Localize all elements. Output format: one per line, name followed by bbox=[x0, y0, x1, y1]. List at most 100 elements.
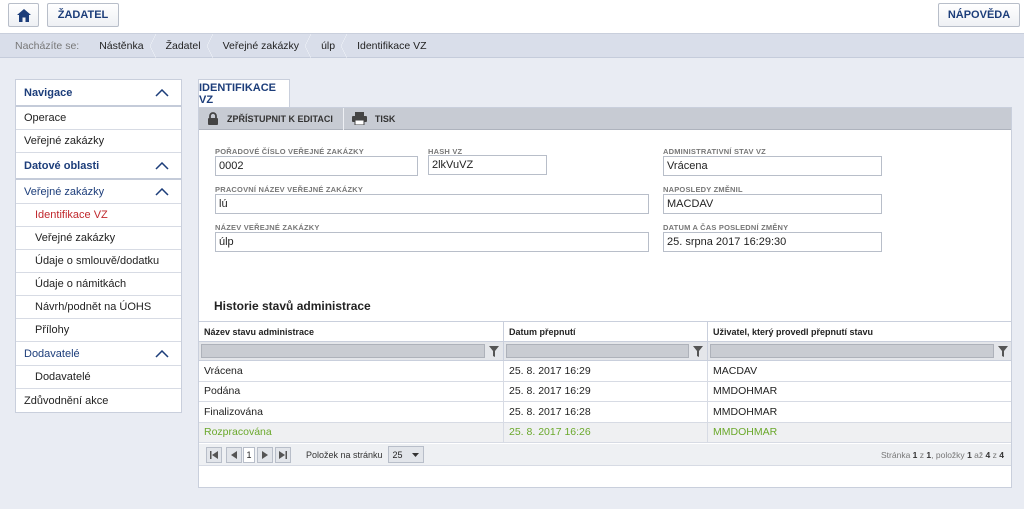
filter-cell-datum bbox=[504, 342, 708, 360]
pager-info-page: 1 bbox=[912, 449, 918, 460]
history-grid: Název stavu administrace Datum přepnutí … bbox=[199, 321, 1011, 443]
home-icon bbox=[16, 8, 31, 22]
history-title: Historie stavů administrace bbox=[214, 299, 371, 313]
pracovni-nazev-field[interactable]: lú bbox=[215, 194, 649, 214]
breadcrumb-item-identifikace-vz: Identifikace VZ bbox=[357, 39, 427, 52]
sidebar-item-operace[interactable]: Operace bbox=[16, 107, 181, 130]
cell-stav: Rozpracována bbox=[199, 422, 504, 442]
edit-access-button[interactable]: ZPŘÍSTUPNIT K EDITACI bbox=[199, 107, 344, 130]
pager-info-mid: , položky bbox=[931, 449, 965, 460]
grid-filter-row bbox=[199, 342, 1011, 361]
pager-info-prefix: Stránka bbox=[881, 449, 911, 460]
last-page-button[interactable] bbox=[275, 446, 291, 463]
datum-zmeny-field[interactable]: 25. srpna 2017 16:29:30 bbox=[663, 232, 882, 252]
sidebar-group-verejne-zakazky[interactable]: Veřejné zakázky bbox=[16, 180, 181, 204]
admin-stav-field[interactable]: Vrácena bbox=[663, 156, 882, 176]
print-label: TISK bbox=[374, 113, 396, 124]
sidebar-item-label: Údaje o smlouvě/dodatku bbox=[35, 255, 160, 267]
sidebar-item-verejne-zakazky-child[interactable]: Veřejné zakázky bbox=[16, 227, 181, 250]
first-page-button[interactable] bbox=[206, 446, 222, 463]
sidebar-item-identifikace-vz[interactable]: Identifikace VZ bbox=[16, 204, 181, 227]
chevron-up-icon bbox=[155, 88, 169, 97]
breadcrumb-item-ulp[interactable]: úlp bbox=[311, 33, 348, 58]
sidebar: Navigace Operace Veřejné zakázky Datové … bbox=[15, 79, 182, 413]
top-bar: ŽADATEL NÁPOVĚDA bbox=[0, 0, 1024, 34]
home-button[interactable] bbox=[8, 3, 39, 27]
cell-datum: 25. 8. 2017 16:26 bbox=[504, 422, 708, 442]
naposledy-zmenil-field[interactable]: MACDAV bbox=[663, 194, 882, 214]
first-page-icon bbox=[210, 450, 218, 459]
pager-info-from: 1 bbox=[967, 449, 972, 460]
toolbar: ZPŘÍSTUPNIT K EDITACI TISK bbox=[199, 107, 1011, 130]
table-row[interactable]: Finalizována 25. 8. 2017 16:28 MMDOHMAR bbox=[199, 402, 1011, 423]
nazev-zakazky-label: NÁZEV VEŘEJNÉ ZAKÁZKY bbox=[215, 223, 320, 232]
main-panel: ZPŘÍSTUPNIT K EDITACI TISK POŘADOVÉ ČÍSL… bbox=[198, 107, 1012, 488]
sidebar-item-navrh-uohs[interactable]: Návrh/podnět na ÚOHS bbox=[16, 296, 181, 319]
last-page-icon bbox=[279, 450, 287, 459]
cell-datum: 25. 8. 2017 16:29 bbox=[504, 361, 708, 381]
chevron-up-icon bbox=[155, 349, 169, 358]
column-header-datum[interactable]: Datum přepnutí bbox=[504, 322, 708, 341]
sidebar-item-prilohy[interactable]: Přílohy bbox=[16, 319, 181, 342]
current-page-number[interactable]: 1 bbox=[243, 446, 255, 463]
sidebar-header-navigace[interactable]: Navigace bbox=[16, 80, 181, 107]
sidebar-item-zduvodneni-akce[interactable]: Zdůvodnění akce bbox=[16, 389, 181, 412]
prev-page-icon bbox=[231, 450, 237, 459]
filter-cell-stav bbox=[199, 342, 504, 360]
sidebar-header-label: Navigace bbox=[24, 86, 73, 99]
table-row[interactable]: Vrácena 25. 8. 2017 16:29 MACDAV bbox=[199, 361, 1011, 382]
filter-icon[interactable] bbox=[998, 345, 1008, 357]
tab-identifikace-vz[interactable]: IDENTIFIKACE VZ bbox=[198, 79, 290, 107]
sidebar-item-label: Přílohy bbox=[35, 324, 70, 336]
pager-info-z2: z bbox=[992, 449, 997, 460]
printer-icon bbox=[351, 112, 367, 125]
sidebar-item-verejne-zakazky[interactable]: Veřejné zakázky bbox=[16, 130, 181, 153]
cell-datum: 25. 8. 2017 16:28 bbox=[504, 402, 708, 422]
sidebar-header-label: Datové oblasti bbox=[24, 159, 100, 172]
sidebar-item-label: Veřejné zakázky bbox=[35, 232, 116, 244]
column-header-stav[interactable]: Název stavu administrace bbox=[199, 322, 504, 341]
edit-access-label: ZPŘÍSTUPNIT K EDITACI bbox=[227, 113, 333, 124]
next-page-button[interactable] bbox=[257, 446, 273, 463]
filter-input-datum[interactable] bbox=[506, 344, 689, 358]
sidebar-item-label: Operace bbox=[24, 112, 67, 124]
cell-uzivatel: MMDOHMAR bbox=[713, 385, 778, 398]
pager-info: Stránka 1 z 1, položky 1 až 4 z 4 bbox=[881, 450, 1004, 460]
chevron-up-icon bbox=[155, 161, 169, 170]
help-button[interactable]: NÁPOVĚDA bbox=[938, 3, 1020, 27]
sidebar-item-udaje-o-namitkach[interactable]: Údaje o námitkách bbox=[16, 273, 181, 296]
breadcrumb-item-zadatel[interactable]: Žadatel bbox=[156, 33, 213, 58]
per-page-value: 25 bbox=[392, 449, 403, 460]
next-page-icon bbox=[262, 450, 268, 459]
cell-datum: 25. 8. 2017 16:29 bbox=[504, 381, 708, 401]
hash-vz-field[interactable]: 2lkVuVZ bbox=[428, 155, 547, 175]
per-page-label: Položek na stránku bbox=[306, 449, 383, 460]
sidebar-header-datove-oblasti[interactable]: Datové oblasti bbox=[16, 153, 181, 180]
sidebar-group-dodavatele[interactable]: Dodavatelé bbox=[16, 342, 181, 366]
sidebar-group-label: Veřejné zakázky bbox=[24, 185, 105, 198]
filter-icon[interactable] bbox=[489, 345, 499, 357]
filter-input-uzivatel[interactable] bbox=[710, 344, 994, 358]
poradove-cislo-field[interactable]: 0002 bbox=[215, 156, 418, 176]
breadcrumb-item-verejne-zakazky[interactable]: Veřejné zakázky bbox=[213, 33, 312, 58]
filter-input-stav[interactable] bbox=[201, 344, 485, 358]
nazev-zakazky-field[interactable]: úlp bbox=[215, 232, 649, 252]
table-row-highlighted[interactable]: Rozpracována 25. 8. 2017 16:26 MMDOHMAR bbox=[199, 422, 1011, 443]
prev-page-button[interactable] bbox=[226, 446, 242, 463]
column-header-uzivatel[interactable]: Uživatel, který provedl přepnutí stavu bbox=[708, 322, 1011, 341]
breadcrumb-item-nastenka[interactable]: Nástěnka bbox=[89, 33, 156, 58]
sidebar-item-label: Identifikace VZ bbox=[35, 209, 108, 221]
zadatel-button[interactable]: ŽADATEL bbox=[47, 3, 119, 27]
datum-zmeny-label: DATUM A ČAS POSLEDNÍ ZMĚNY bbox=[663, 223, 789, 232]
poradove-cislo-label: POŘADOVÉ ČÍSLO VEŘEJNÉ ZAKÁZKY bbox=[215, 147, 364, 156]
table-row[interactable]: Podána 25. 8. 2017 16:29 MMDOHMAR bbox=[199, 381, 1011, 402]
cell-stav: Vrácena bbox=[199, 361, 504, 381]
print-button[interactable]: TISK bbox=[344, 108, 406, 130]
per-page-select[interactable]: 25 bbox=[387, 446, 424, 463]
cell-uzivatel: MMDOHMAR bbox=[713, 405, 778, 418]
sidebar-item-udaje-o-smlouve[interactable]: Údaje o smlouvě/dodatku bbox=[16, 250, 181, 273]
sidebar-item-dodavatele[interactable]: Dodavatelé bbox=[16, 366, 181, 389]
cell-uzivatel: MMDOHMAR bbox=[713, 426, 778, 439]
cell-uzivatel: MACDAV bbox=[713, 364, 758, 377]
filter-icon[interactable] bbox=[693, 345, 703, 357]
